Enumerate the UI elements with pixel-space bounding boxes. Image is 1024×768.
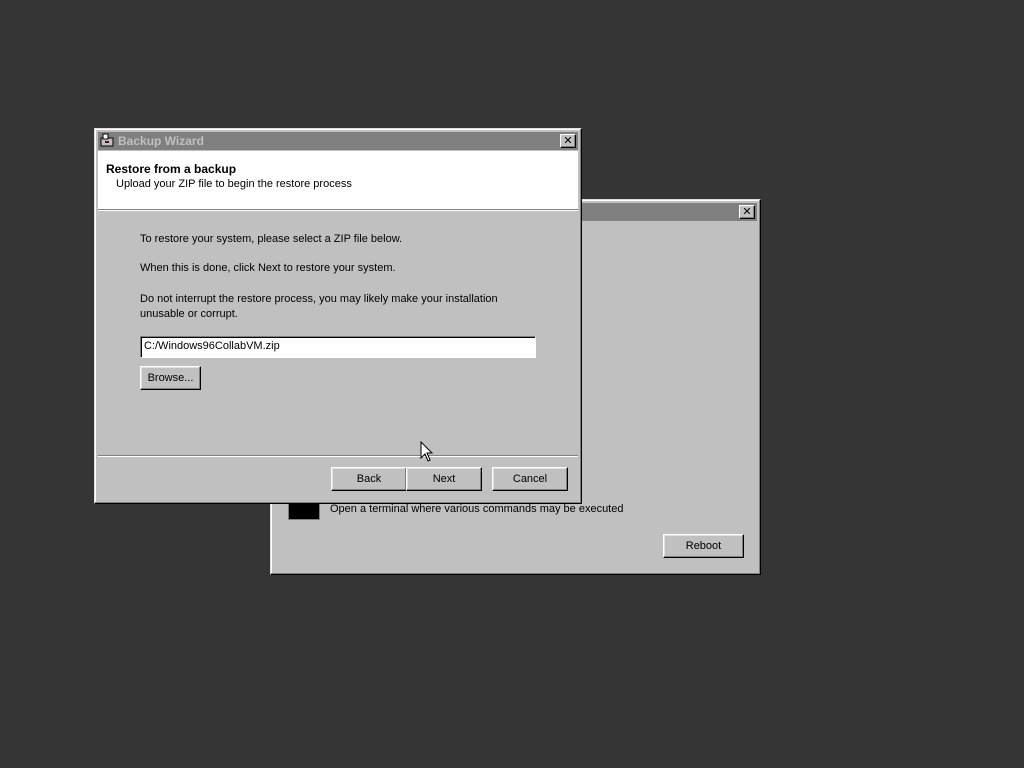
mouse-cursor-icon: [420, 440, 434, 463]
zip-path-input[interactable]: C:/Windows96CollabVM.zip: [140, 336, 536, 358]
instruction-select-zip: To restore your system, please select a …: [140, 233, 403, 245]
wizard-header-title: Restore from a backup: [106, 162, 237, 176]
header-divider: [98, 210, 578, 211]
terminal-description: Open a terminal where various commands m…: [330, 503, 624, 515]
wizard-app-icon: [100, 133, 114, 147]
reboot-button[interactable]: Reboot: [663, 534, 744, 558]
system-window-close-button[interactable]: ✕: [739, 205, 755, 219]
browse-button[interactable]: Browse...: [140, 366, 201, 390]
wizard-title: Backup Wizard: [118, 134, 204, 148]
backup-wizard-window: Backup Wizard ✕ Restore from a backup Up…: [94, 128, 582, 504]
cancel-button[interactable]: Cancel: [492, 467, 568, 491]
zip-path-value: C:/Windows96CollabVM.zip: [144, 340, 280, 352]
footer-divider-highlight: [98, 456, 578, 457]
back-button[interactable]: Back: [331, 467, 407, 491]
instruction-click-next: When this is done, click Next to restore…: [140, 262, 396, 274]
wizard-header: Restore from a backup Upload your ZIP fi…: [98, 151, 578, 210]
wizard-titlebar[interactable]: Backup Wizard ✕: [98, 132, 578, 150]
next-button[interactable]: Next: [406, 467, 482, 491]
restore-warning: Do not interrupt the restore process, yo…: [140, 293, 498, 320]
wizard-close-button[interactable]: ✕: [560, 134, 576, 148]
wizard-header-subtitle: Upload your ZIP file to begin the restor…: [116, 178, 352, 190]
